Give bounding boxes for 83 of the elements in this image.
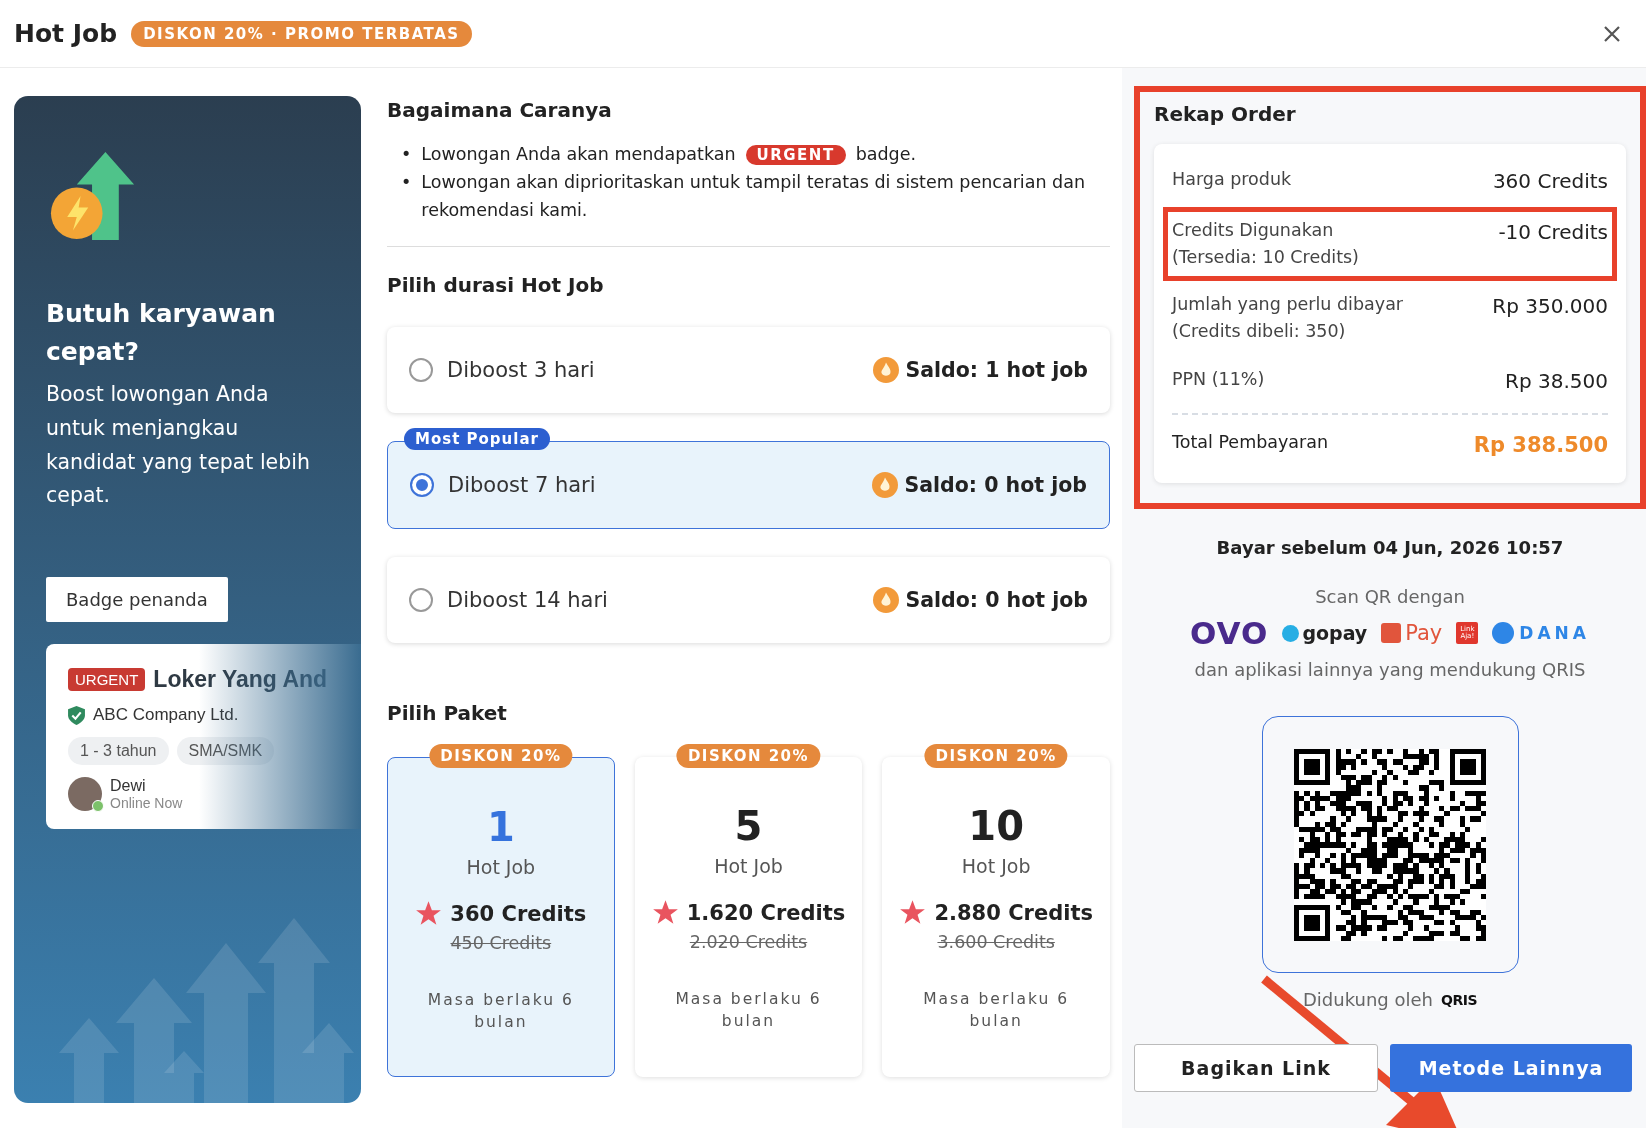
flame-icon: [872, 472, 899, 498]
package-price: 1.620 Credits: [686, 900, 846, 925]
bullet-text: badge.: [855, 144, 916, 164]
user-name: Dewi: [110, 777, 147, 796]
package-count: 10: [968, 803, 1024, 849]
summary-label: Jumlah yang perlu dibayar: [1172, 293, 1404, 317]
bullet-marker: •: [401, 171, 412, 194]
payment-deadline: Bayar sebelum 04 Jun, 2026 10:57: [1216, 537, 1564, 559]
flame-icon: [873, 357, 900, 383]
share-link-button[interactable]: Bagikan Link: [1134, 1044, 1378, 1093]
package-unit: Hot Job: [466, 856, 536, 878]
summary-label: Harga produk: [1172, 168, 1292, 191]
package-unit: Hot Job: [714, 855, 783, 877]
wallet-logo: DANA: [1492, 622, 1590, 645]
discount-badge: DISKON 20%: [676, 744, 821, 768]
summary-value: -10 Credits: [1498, 219, 1608, 246]
package-price: 2.880 Credits: [934, 900, 1093, 925]
wallet-logo: Pay: [1381, 621, 1443, 646]
duration-option[interactable]: Diboost 14 hari Saldo: 0 hot job: [387, 557, 1110, 643]
package-price: 360 Credits: [450, 901, 587, 926]
job-tag: 1 - 3 tahun: [68, 737, 169, 766]
original-price: 2.020 Credits: [689, 932, 808, 952]
popular-tag: Most Popular: [404, 428, 550, 450]
bullet-text: Lowongan akan diprioritaskan untuk tampil teratas di sistem pencarian dan rekomendasi kami.: [421, 172, 1086, 220]
validity-text: Masa berlaku 6 bulan: [426, 990, 575, 1034]
total-value: Rp 388.500: [1473, 431, 1608, 459]
summary-value: 360 Credits: [1492, 168, 1608, 195]
wallet-logo: gopay: [1282, 622, 1368, 645]
radio-button[interactable]: [409, 358, 433, 382]
package-count: 1: [486, 804, 515, 850]
flame-icon: [873, 587, 900, 613]
option-label: Diboost 7 hari: [448, 473, 597, 497]
urgent-badge: URGENT: [68, 668, 146, 692]
package-unit: Hot Job: [961, 855, 1031, 877]
other-methods-button[interactable]: Metode Lainnya: [1390, 1044, 1632, 1093]
validity-text: Masa berlaku 6 bulan: [674, 989, 823, 1033]
close-icon[interactable]: [1602, 23, 1622, 44]
scan-instruction: Scan QR dengan: [1315, 586, 1465, 608]
summary-value: Rp 350.000: [1492, 293, 1608, 321]
panel-description: Boost lowongan Anda untuk menjangkau kandidat yang tepat lebih cepat.: [46, 381, 311, 510]
wallet-logo: OVO: [1190, 615, 1269, 652]
summary-note: (Credits dibeli: 350): [1172, 320, 1347, 344]
promo-badge: DISKON 20% · PROMO TERBATAS: [131, 20, 472, 47]
star-icon: [651, 899, 679, 926]
original-price: 450 Credits: [450, 933, 552, 953]
panel-heading: Butuh karyawan cepat?: [46, 298, 277, 368]
option-label: Diboost 14 hari: [447, 588, 609, 612]
job-tag: SMA/SMK: [176, 737, 275, 766]
discount-badge: DISKON 20%: [429, 744, 573, 768]
summary-value: Rp 38.500: [1505, 367, 1608, 395]
star-icon: [415, 900, 443, 927]
section-heading: Pilih Paket: [387, 701, 508, 725]
job-title: Loker Yang And: [153, 666, 328, 694]
total-label: Total Pembayaran: [1172, 430, 1329, 454]
supported-apps-text: dan aplikasi lainnya yang mendukung QRIS: [1194, 659, 1586, 681]
avatar: [68, 777, 102, 812]
validity-text: Masa berlaku 6 bulan: [922, 989, 1071, 1033]
original-price: 3.600 Credits: [937, 932, 1055, 952]
bullet-text: Lowongan Anda akan mendapatkan: [421, 144, 736, 164]
saldo-label: Saldo: 0 hot job: [905, 588, 1088, 612]
discount-badge: DISKON 20%: [924, 744, 1068, 768]
urgent-badge: URGENT: [745, 145, 846, 165]
summary-note: (Tersedia: 10 Credits): [1172, 246, 1359, 270]
user-status: Online Now: [110, 795, 183, 812]
tooltip: Badge penanda: [46, 577, 228, 623]
saldo-label: Saldo: 1 hot job: [905, 358, 1088, 382]
star-icon: [899, 899, 927, 926]
bullet-marker: •: [401, 143, 412, 166]
section-heading: Pilih durasi Hot Job: [387, 273, 605, 297]
summary-label: PPN (11%): [1172, 367, 1265, 391]
modal-title: Hot Job: [14, 19, 118, 48]
package-count: 5: [734, 803, 763, 849]
radio-button[interactable]: [410, 473, 434, 497]
radio-button[interactable]: [409, 588, 433, 612]
saldo-label: Saldo: 0 hot job: [904, 473, 1087, 497]
company-name: ABC Company Ltd.: [93, 705, 239, 726]
qris-logo: QRIS: [1441, 991, 1477, 1008]
section-heading: Rekap Order: [1154, 102, 1297, 126]
supported-by-text: Didukung oleh: [1303, 989, 1433, 1011]
summary-label: Credits Digunakan: [1172, 219, 1335, 242]
option-label: Diboost 3 hari: [447, 358, 596, 382]
section-heading: Bagaimana Caranya: [387, 98, 613, 122]
duration-option[interactable]: Diboost 3 hari Saldo: 1 hot job: [387, 327, 1110, 413]
